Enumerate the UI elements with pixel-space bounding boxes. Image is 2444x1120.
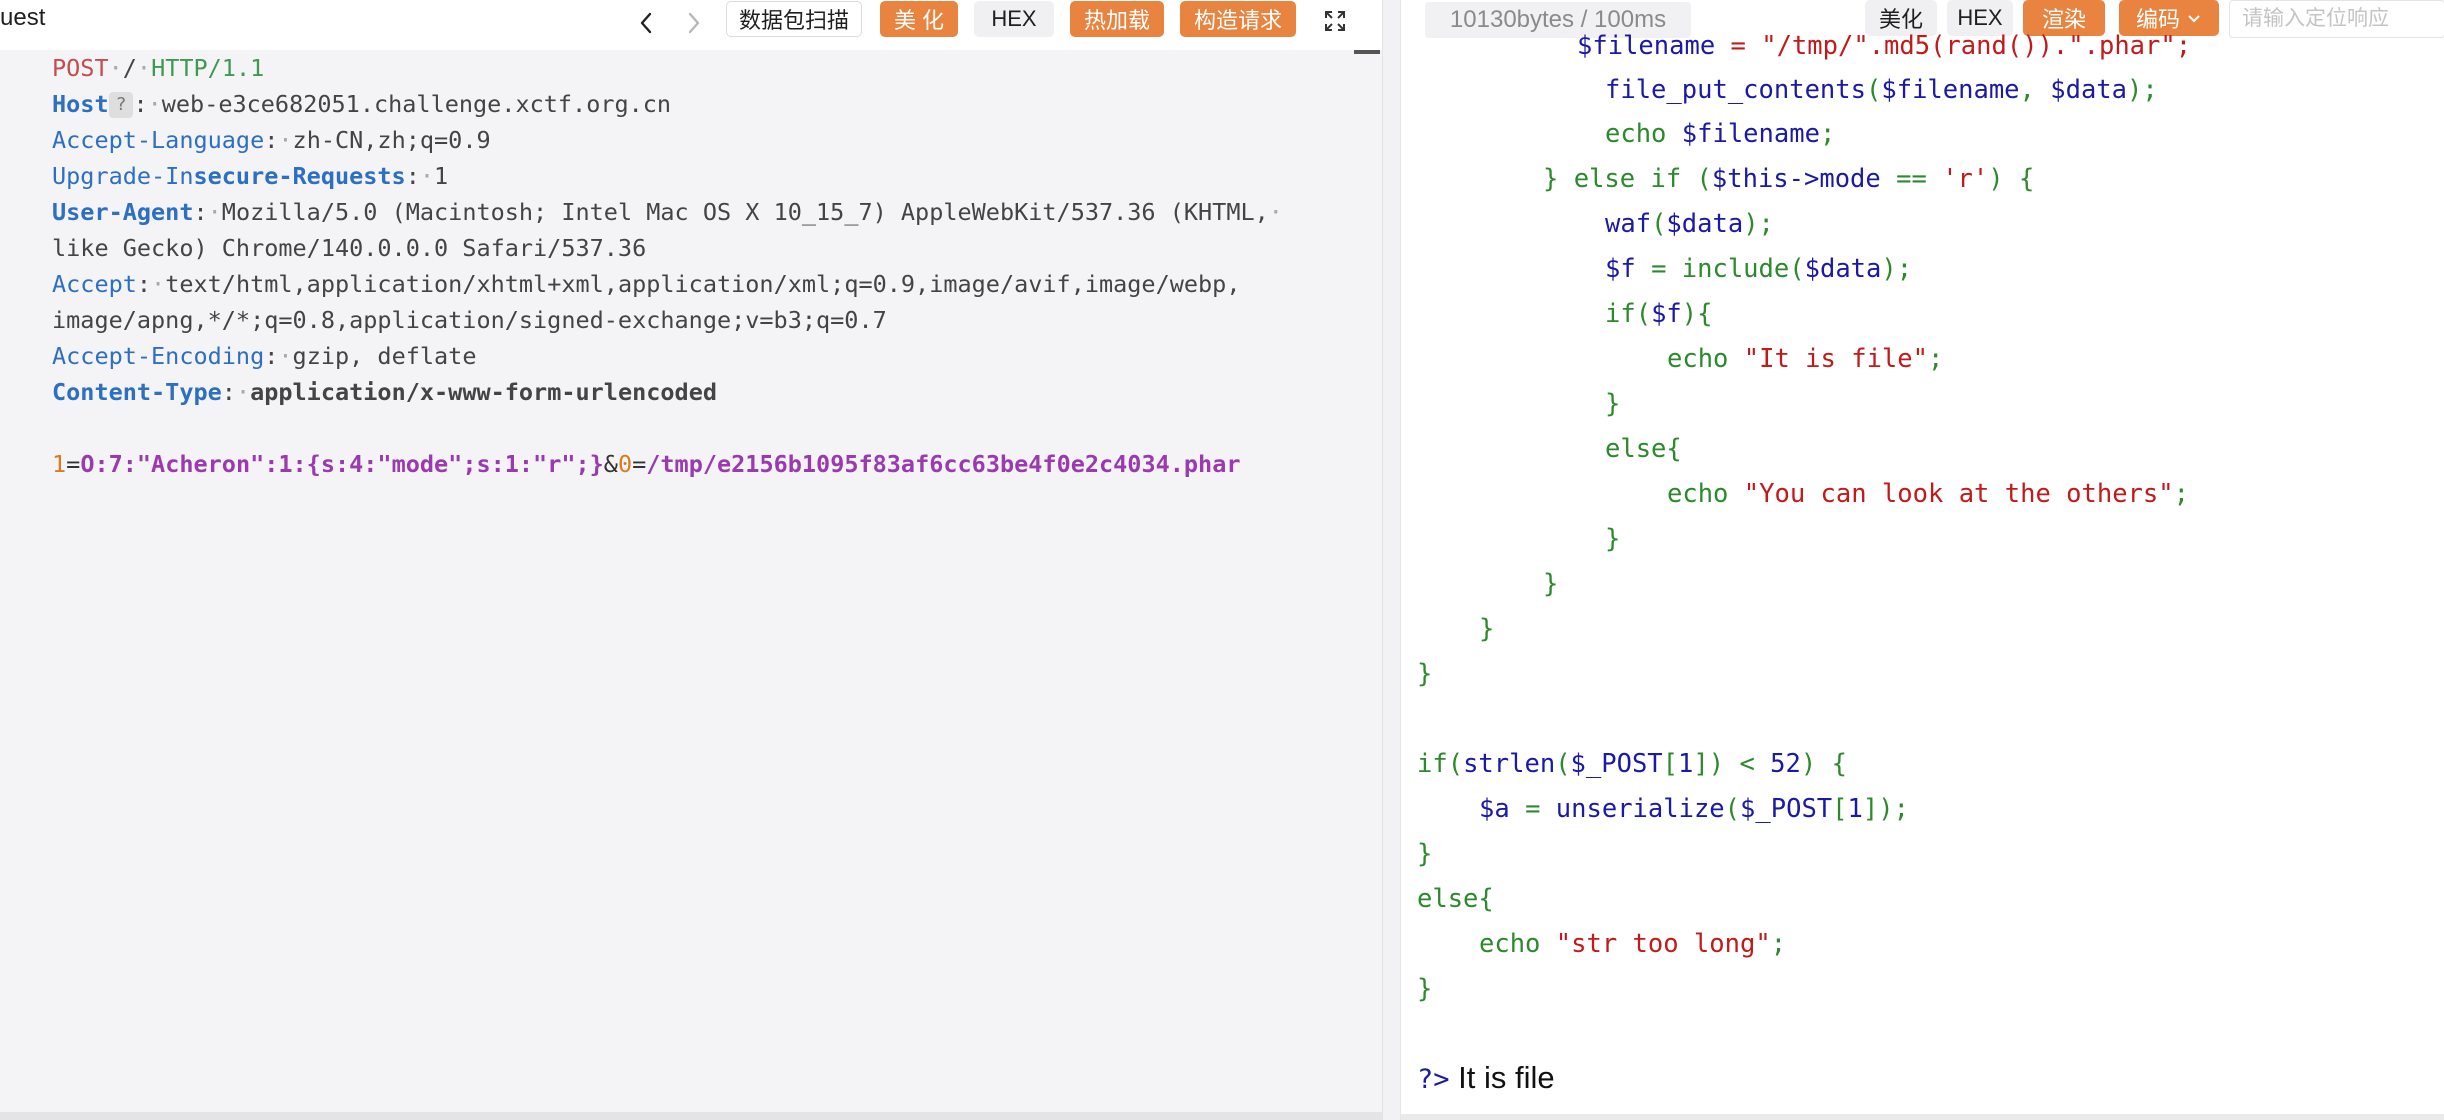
header-name: Host [52,90,109,118]
packet-scan-button[interactable]: 数据包扫描 [726,1,862,37]
code-line: } [1417,974,1433,1004]
http-protocol: HTTP/1.1 [151,54,265,82]
request-body: 1=O:7:"Acheron":1:{s:4:"mode";s:1:"r";}&… [52,450,1241,478]
panel-divider[interactable] [1382,0,1400,1120]
header-user-agent-cont: like Gecko) Chrome/140.0.0.0 Safari/537.… [52,230,646,266]
header-accept-language: Accept-Language:·zh-CN,zh;q=0.9 [52,126,491,154]
param-value: /tmp/e2156b1095f83af6cc63be4f0e2c4034.ph… [646,450,1241,478]
code-line: echo "str too long"; [1479,929,1787,959]
code-line: else{ [1605,434,1682,464]
request-panel: uest 数据包扫描 美 化 HEX 热加载 构造请求 POST·/·HTTP/… [0,0,1382,1120]
header-user-agent: User-Agent:·Mozilla/5.0 (Macintosh; Inte… [52,198,1283,226]
header-name: Accept-Language [52,126,265,154]
header-value: application/x-www-form-urlencoded [250,378,717,406]
code-line: } [1605,524,1621,554]
output-text: It is file [1449,1060,1555,1095]
code-line: } [1543,569,1559,599]
php-close-tag: ?> [1417,1064,1450,1095]
code-line: echo $filename; [1605,119,1836,149]
request-path: / [122,54,137,82]
param-key: 0 [617,450,633,478]
header-content-type: Content-Type:·application/x-www-form-url… [52,378,717,406]
request-line: POST·/·HTTP/1.1 [52,54,265,82]
header-value: text/html,application/xhtml+xml,applicat… [165,270,1241,298]
header-accept-cont: image/apng,*/*;q=0.8,application/signed-… [52,302,887,338]
header-value: zh-CN,zh;q=0.9 [292,126,491,154]
header-host: Host?:·web-e3ce682051.challenge.xctf.org… [52,90,672,118]
request-scrollbar[interactable] [1354,50,1380,1120]
beautify-button[interactable]: 美 化 [880,1,958,37]
header-value: web-e3ce682051.challenge.xctf.org.cn [161,90,672,118]
header-name: Accept-Encoding [52,342,265,370]
code-line: } [1417,839,1433,869]
header-value: image/apng,*/*;q=0.8,application/signed-… [52,306,887,334]
header-accept-encoding: Accept-Encoding:·gzip, deflate [52,342,477,370]
scrollbar-thumb[interactable] [1354,50,1380,54]
code-line: else{ [1417,884,1494,914]
chevron-right-icon[interactable] [680,6,708,40]
header-name: secure-Requests [193,162,406,190]
header-name: Accept [52,270,137,298]
code-line: } [1479,614,1495,644]
code-line: } [1605,389,1621,419]
build-request-button[interactable]: 构造请求 [1180,1,1296,37]
code-line: $f = include($data); [1605,254,1913,284]
horizontal-scrollbar[interactable] [0,1112,1382,1120]
response-body[interactable]: $filename = "/tmp/".md5(rand()).".phar";… [1401,31,2444,1066]
param-key: 1 [52,450,67,478]
response-panel: 10130bytes / 100ms 美化 HEX 渲染 编码 $filenam… [1400,0,2444,1120]
header-value: like Gecko) Chrome/140.0.0.0 Safari/537.… [52,234,647,262]
header-value: gzip, deflate [292,342,477,370]
hex-button[interactable]: HEX [974,1,1054,37]
param-separator: & [603,450,618,478]
code-line: if(strlen($_POST[1]) < 52) { [1417,749,1847,779]
help-badge[interactable]: ? [108,92,134,118]
code-line: } else if ($this->mode == 'r') { [1543,164,2035,194]
param-value: O:7:"Acheron":1:{s:4:"mode";s:1:"r";} [80,450,604,478]
locate-response-input[interactable] [2229,0,2444,38]
code-line: waf($data); [1605,209,1774,239]
code-line: $a = unserialize($_POST[1]); [1479,794,1909,824]
http-method: POST [52,54,109,82]
header-name: User-Agent [52,198,194,226]
response-output: ?> It is file [1417,1056,1555,1102]
header-value: Mozilla/5.0 (Macintosh; Intel Mac OS X 1… [221,198,1269,226]
header-upgrade-insecure-requests: Upgrade-Insecure-Requests:·1 [52,162,449,190]
code-line: echo "You can look at the others"; [1667,479,2189,509]
expand-icon[interactable] [1318,4,1352,38]
code-line: file_put_contents($filename, $data); [1605,75,2158,105]
code-line: if($f){ [1605,299,1713,329]
code-line: $filename = "/tmp/".md5(rand()).".phar"; [1577,31,2192,61]
chevron-left-icon[interactable] [632,6,660,40]
request-editor[interactable]: POST·/·HTTP/1.1 Host?:·web-e3ce682051.ch… [0,50,1352,1120]
header-accept: Accept:·text/html,application/xhtml+xml,… [52,270,1241,298]
header-name: Upgrade-In [52,162,194,190]
request-toolbar: uest 数据包扫描 美 化 HEX 热加载 构造请求 [0,0,1382,50]
hot-reload-button[interactable]: 热加载 [1070,1,1164,37]
header-value: 1 [434,162,449,190]
request-panel-title: uest [0,4,46,31]
code-line: echo "It is file"; [1667,344,1944,374]
code-line: } [1417,659,1433,689]
header-name: Content-Type [52,378,222,406]
response-horizontal-scrollbar[interactable] [1401,1114,2444,1120]
